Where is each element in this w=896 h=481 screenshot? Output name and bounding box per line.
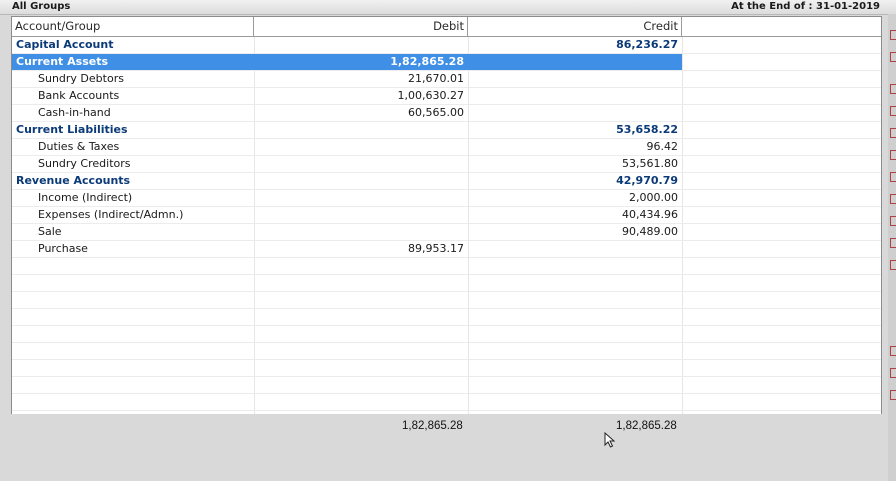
credit-amount: 42,970.79	[616, 174, 678, 187]
table-row[interactable]: Cash-in-hand 60,565.00	[12, 105, 881, 122]
table-row[interactable]: Sale 90,489.00	[12, 224, 881, 241]
debit-amount: 60,565.00	[408, 106, 464, 119]
credit-amount: 53,658.22	[616, 123, 678, 136]
report-title: All Groups	[12, 1, 71, 12]
side-button[interactable]	[890, 150, 896, 160]
side-button[interactable]	[890, 30, 896, 40]
table-row	[12, 275, 881, 292]
debit-amount	[254, 139, 464, 155]
column-header-debit: Debit	[254, 17, 468, 36]
credit-amount	[468, 88, 678, 104]
debit-amount: 1,82,865.28	[390, 55, 464, 68]
side-button[interactable]	[890, 172, 896, 182]
table-row[interactable]: Current Assets 1,82,865.28	[12, 54, 881, 71]
table-row	[12, 258, 881, 275]
table-row	[12, 309, 881, 326]
credit-amount: 53,561.80	[622, 157, 678, 170]
debit-amount	[254, 122, 464, 138]
table-row	[12, 394, 881, 411]
account-name: Expenses (Indirect/Admn.)	[38, 208, 184, 221]
table-row	[12, 326, 881, 343]
debit-amount: 21,670.01	[408, 72, 464, 85]
account-name: Current Liabilities	[16, 123, 128, 136]
table-row[interactable]: Current Liabilities 53,658.22	[12, 122, 881, 139]
side-button[interactable]	[890, 346, 896, 356]
table-row[interactable]: Expenses (Indirect/Admn.) 40,434.96	[12, 207, 881, 224]
debit-amount	[254, 37, 464, 53]
credit-amount	[468, 71, 678, 87]
side-button[interactable]	[890, 238, 896, 248]
credit-amount: 2,000.00	[629, 191, 678, 204]
account-name: Sundry Debtors	[38, 72, 124, 85]
table-row	[12, 343, 881, 360]
account-name: Current Assets	[16, 55, 109, 68]
table-body: Capital Account 86,236.27 Current Assets 1,…	[12, 37, 881, 415]
debit-amount: 1,00,630.27	[397, 89, 464, 102]
credit-amount	[468, 105, 678, 121]
column-header-account: Account/Group	[12, 17, 254, 36]
side-button[interactable]	[890, 368, 896, 378]
credit-amount	[468, 241, 678, 257]
trial-balance-table: Account/Group Debit Credit Capital Accou…	[11, 16, 882, 416]
side-button[interactable]	[890, 216, 896, 226]
debit-amount	[254, 173, 464, 189]
account-name: Purchase	[38, 242, 88, 255]
total-debit: 1,82,865.28	[402, 420, 463, 432]
totals-bar: 1,82,865.28 1,82,865.28	[0, 414, 896, 481]
table-row[interactable]: Purchase 89,953.17	[12, 241, 881, 258]
table-row	[12, 360, 881, 377]
total-credit: 1,82,865.28	[616, 420, 677, 432]
credit-amount: 90,489.00	[622, 225, 678, 238]
side-button[interactable]	[890, 260, 896, 270]
report-period[interactable]: At the End of : 31-01-2019	[731, 0, 880, 14]
column-header-credit: Credit	[468, 17, 682, 36]
account-name: Bank Accounts	[38, 89, 120, 102]
debit-amount	[254, 207, 464, 223]
side-button[interactable]	[890, 106, 896, 116]
side-button[interactable]	[890, 52, 896, 62]
debit-amount	[254, 190, 464, 206]
table-row[interactable]: Sundry Creditors 53,561.80	[12, 156, 881, 173]
account-name: Income (Indirect)	[38, 191, 133, 204]
account-name: Sale	[38, 225, 62, 238]
credit-amount	[468, 54, 678, 70]
account-name: Duties & Taxes	[38, 140, 120, 153]
credit-amount: 96.42	[646, 140, 679, 153]
account-name: Cash-in-hand	[38, 106, 111, 119]
side-button[interactable]	[890, 128, 896, 138]
column-header-blank	[682, 17, 881, 36]
debit-amount	[254, 156, 464, 172]
debit-amount	[254, 224, 464, 240]
table-row[interactable]: Duties & Taxes 96.42	[12, 139, 881, 156]
table-row	[12, 377, 881, 394]
account-name: Sundry Creditors	[38, 157, 131, 170]
side-button[interactable]	[890, 194, 896, 204]
table-row[interactable]: Capital Account 86,236.27	[12, 37, 881, 54]
credit-amount: 86,236.27	[616, 38, 678, 51]
table-header: Account/Group Debit Credit	[12, 17, 881, 37]
account-name: Revenue Accounts	[16, 174, 131, 187]
credit-amount: 40,434.96	[622, 208, 678, 221]
debit-amount: 89,953.17	[408, 242, 464, 255]
table-row[interactable]: Bank Accounts 1,00,630.27	[12, 88, 881, 105]
table-row	[12, 292, 881, 309]
side-button[interactable]	[890, 84, 896, 94]
mouse-pointer-icon	[604, 432, 616, 448]
side-button[interactable]	[890, 390, 896, 400]
table-row[interactable]: Income (Indirect) 2,000.00	[12, 190, 881, 207]
title-bar: All Groups At the End of : 31-01-2019	[0, 0, 896, 15]
account-name: Capital Account	[16, 38, 114, 51]
table-row[interactable]: Sundry Debtors 21,670.01	[12, 71, 881, 88]
table-row[interactable]: Revenue Accounts 42,970.79	[12, 173, 881, 190]
